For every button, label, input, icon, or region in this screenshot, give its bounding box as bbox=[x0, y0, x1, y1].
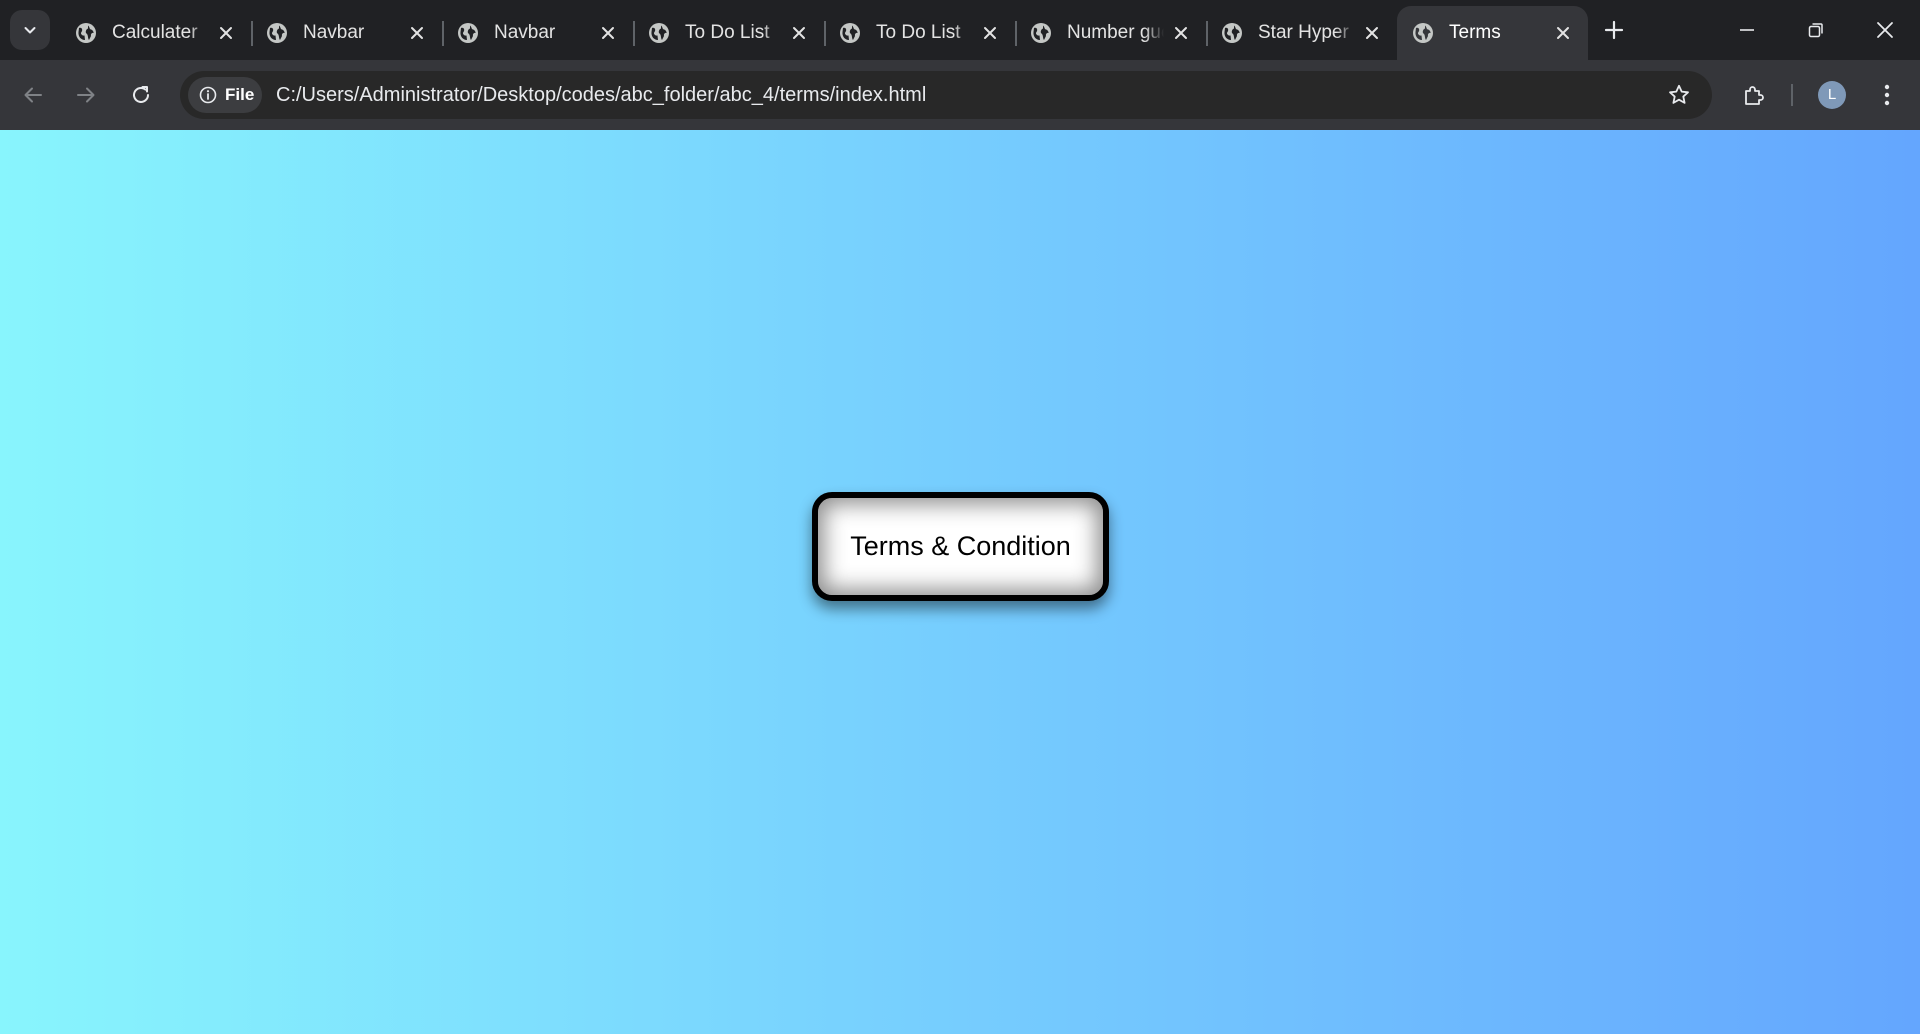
forward-button[interactable] bbox=[67, 76, 105, 114]
reload-icon bbox=[133, 86, 149, 103]
tab-navbar[interactable]: Navbar bbox=[251, 6, 442, 60]
site-info-chip[interactable]: File bbox=[188, 77, 262, 113]
arrow-right-icon bbox=[77, 87, 95, 103]
close-icon bbox=[1877, 22, 1893, 38]
plus-icon bbox=[1604, 20, 1624, 40]
tab-number-guessing[interactable]: Number guessing bbox=[1015, 6, 1206, 60]
reload-button[interactable] bbox=[122, 76, 160, 114]
tab-title: To Do List bbox=[876, 22, 961, 43]
close-tab-icon[interactable] bbox=[215, 22, 237, 44]
tab-title: Star Hyper bbox=[1258, 22, 1349, 43]
toolbar-divider bbox=[1791, 84, 1793, 106]
tab-list: Calculater Navbar Navbar To Do List To D… bbox=[60, 6, 1588, 60]
minimize-button[interactable] bbox=[1724, 8, 1770, 52]
url-text[interactable]: C:/Users/Administrator/Desktop/codes/abc… bbox=[276, 71, 926, 119]
back-button[interactable] bbox=[14, 76, 52, 114]
globe-icon bbox=[1222, 23, 1242, 43]
tab-to-do-list[interactable]: To Do List bbox=[824, 6, 1015, 60]
close-tab-icon[interactable] bbox=[1552, 22, 1574, 44]
tab-title: Terms bbox=[1449, 22, 1501, 43]
bookmark-button[interactable] bbox=[1664, 80, 1694, 110]
close-tab-icon[interactable] bbox=[1361, 22, 1383, 44]
browser-toolbar: File C:/Users/Administrator/Desktop/code… bbox=[0, 60, 1920, 130]
tab-to-do-list[interactable]: To Do List bbox=[633, 6, 824, 60]
site-chip-label: File bbox=[225, 85, 255, 104]
close-tab-icon[interactable] bbox=[406, 22, 428, 44]
restore-button[interactable] bbox=[1793, 8, 1839, 52]
extensions-button[interactable] bbox=[1735, 76, 1773, 114]
tab-title: Calculater bbox=[112, 22, 198, 43]
globe-icon bbox=[840, 23, 860, 43]
tab-title: Navbar bbox=[494, 22, 556, 43]
chevron-down-icon bbox=[24, 27, 36, 34]
close-tab-icon[interactable] bbox=[788, 22, 810, 44]
tab-search-button[interactable] bbox=[10, 10, 50, 50]
globe-icon bbox=[267, 23, 287, 43]
new-tab-button[interactable] bbox=[1598, 14, 1630, 46]
tab-star-hyper[interactable]: Star Hyper bbox=[1206, 6, 1397, 60]
browser-menu-button[interactable] bbox=[1872, 76, 1902, 114]
tab-title: Number guessing bbox=[1067, 22, 1164, 43]
close-tab-icon[interactable] bbox=[979, 22, 1001, 44]
tab-navbar[interactable]: Navbar bbox=[442, 6, 633, 60]
tab-title: To Do List bbox=[685, 22, 770, 43]
puzzle-icon bbox=[1745, 86, 1764, 105]
globe-icon bbox=[458, 23, 478, 43]
close-window-button[interactable] bbox=[1862, 8, 1908, 52]
minimize-icon bbox=[1740, 29, 1754, 31]
globe-icon bbox=[649, 23, 669, 43]
close-tab-icon[interactable] bbox=[1170, 22, 1192, 44]
info-icon bbox=[199, 86, 217, 104]
page-viewport: Terms & Condition bbox=[0, 130, 1920, 1034]
more-vertical-icon bbox=[1884, 84, 1890, 106]
tab-title: Navbar bbox=[303, 22, 365, 43]
terms-and-condition-button[interactable]: Terms & Condition bbox=[812, 492, 1109, 601]
tab-terms[interactable]: Terms bbox=[1397, 6, 1588, 60]
close-tab-icon[interactable] bbox=[597, 22, 619, 44]
address-bar[interactable]: File C:/Users/Administrator/Desktop/code… bbox=[180, 71, 1712, 119]
star-icon bbox=[1669, 84, 1689, 104]
restore-icon bbox=[1808, 23, 1823, 38]
arrow-left-icon bbox=[24, 87, 42, 103]
globe-icon bbox=[1413, 23, 1433, 43]
tab-calculater[interactable]: Calculater bbox=[60, 6, 251, 60]
profile-avatar[interactable]: L bbox=[1818, 81, 1846, 109]
globe-icon bbox=[1031, 23, 1051, 43]
globe-icon bbox=[76, 23, 96, 43]
tab-strip: Calculater Navbar Navbar To Do List To D… bbox=[0, 0, 1920, 60]
